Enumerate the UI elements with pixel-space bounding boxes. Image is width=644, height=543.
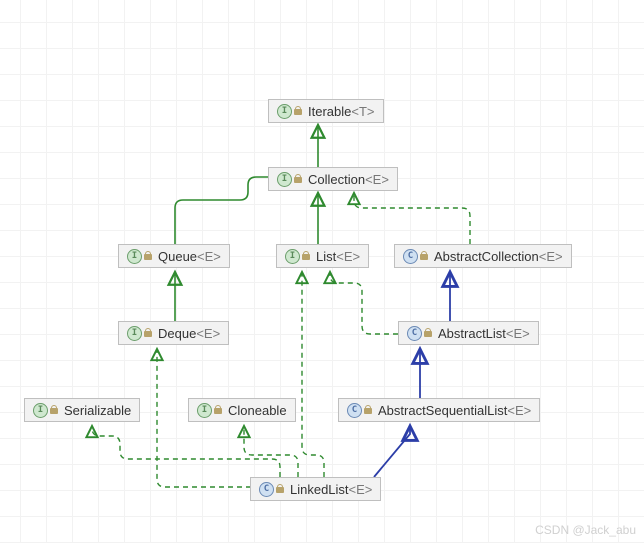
- node-abstractsequentiallist[interactable]: C AbstractSequentialList<E>: [338, 398, 540, 422]
- node-label: List: [316, 249, 336, 264]
- lock-icon: [424, 328, 432, 338]
- type-param: <E>: [539, 249, 563, 264]
- lock-icon: [302, 251, 310, 261]
- watermark: CSDN @Jack_abu: [535, 523, 636, 537]
- class-icon: C: [259, 482, 274, 497]
- node-deque[interactable]: I Deque<E>: [118, 321, 229, 345]
- node-label: Cloneable: [228, 403, 287, 418]
- lock-icon: [214, 405, 222, 415]
- node-list[interactable]: I List<E>: [276, 244, 369, 268]
- lock-icon: [420, 251, 428, 261]
- interface-icon: I: [197, 403, 212, 418]
- lock-icon: [144, 251, 152, 261]
- lock-icon: [276, 484, 284, 494]
- type-param: <E>: [196, 326, 220, 341]
- type-param: <E>: [197, 249, 221, 264]
- node-iterable[interactable]: I Iterable<T>: [268, 99, 384, 123]
- node-label: Serializable: [64, 403, 131, 418]
- node-cloneable[interactable]: I Cloneable: [188, 398, 296, 422]
- node-collection[interactable]: I Collection<E>: [268, 167, 398, 191]
- class-icon: C: [403, 249, 418, 264]
- node-label: AbstractList: [438, 326, 506, 341]
- class-icon: C: [347, 403, 362, 418]
- diagram-canvas: I Iterable<T> I Collection<E> I Queue<E>…: [0, 0, 644, 543]
- type-param: <E>: [365, 172, 389, 187]
- lock-icon: [144, 328, 152, 338]
- type-param: <E>: [507, 403, 531, 418]
- interface-icon: I: [277, 104, 292, 119]
- type-param: <T>: [351, 104, 374, 119]
- node-abstractcollection[interactable]: C AbstractCollection<E>: [394, 244, 572, 268]
- node-queue[interactable]: I Queue<E>: [118, 244, 230, 268]
- lock-icon: [364, 405, 372, 415]
- node-label: Queue: [158, 249, 197, 264]
- node-label: Iterable: [308, 104, 351, 119]
- type-param: <E>: [506, 326, 530, 341]
- interface-icon: I: [127, 326, 142, 341]
- lock-icon: [294, 106, 302, 116]
- type-param: <E>: [336, 249, 360, 264]
- class-icon: C: [407, 326, 422, 341]
- type-param: <E>: [349, 482, 373, 497]
- node-label: Deque: [158, 326, 196, 341]
- node-abstractlist[interactable]: C AbstractList<E>: [398, 321, 539, 345]
- node-label: LinkedList: [290, 482, 349, 497]
- node-serializable[interactable]: I Serializable: [24, 398, 140, 422]
- node-label: Collection: [308, 172, 365, 187]
- interface-icon: I: [127, 249, 142, 264]
- interface-icon: I: [277, 172, 292, 187]
- node-label: AbstractCollection: [434, 249, 539, 264]
- grid-background: [0, 0, 644, 543]
- interface-icon: I: [285, 249, 300, 264]
- lock-icon: [294, 174, 302, 184]
- node-label: AbstractSequentialList: [378, 403, 507, 418]
- interface-icon: I: [33, 403, 48, 418]
- lock-icon: [50, 405, 58, 415]
- node-linkedlist[interactable]: C LinkedList<E>: [250, 477, 381, 501]
